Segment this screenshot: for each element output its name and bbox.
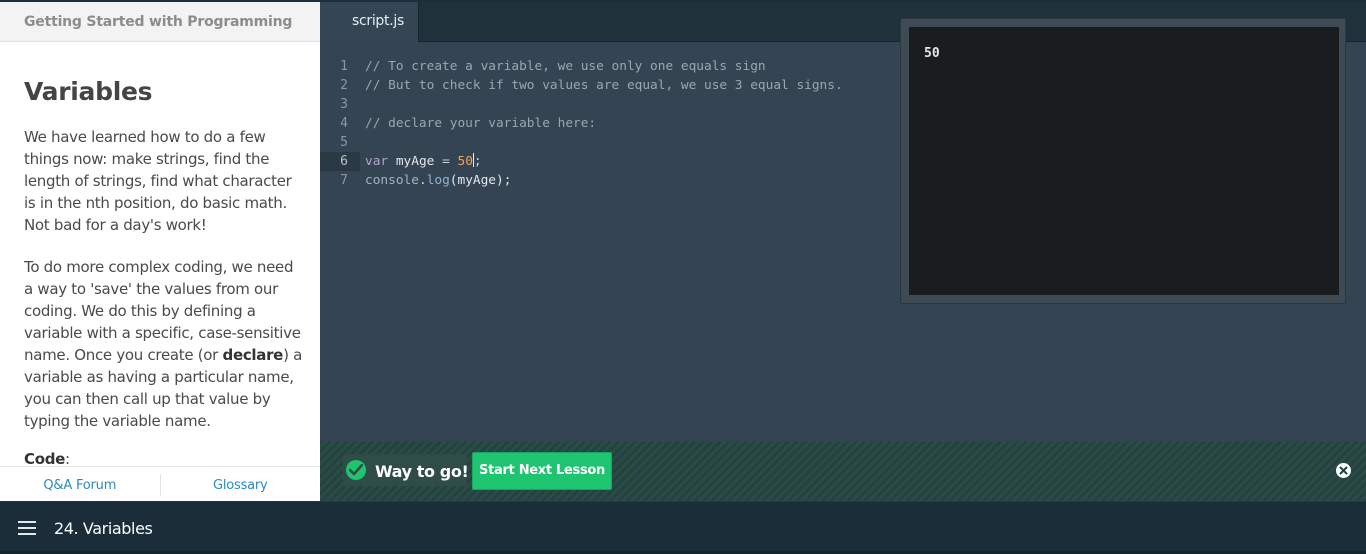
code-line-5[interactable] [365,133,843,152]
current-lesson-label[interactable]: 24. Variables [54,519,153,538]
console-output-panel[interactable]: 50 [909,27,1339,295]
console-output-text: 50 [924,46,940,61]
code-number: 50 [457,154,473,169]
code-line-7[interactable]: console.log(myAge); [365,171,843,190]
success-bar: Way to go! Start Next Lesson [320,441,1366,501]
lesson-heading: Variables [24,77,153,106]
code-line-1[interactable]: // To create a variable, we use only one… [365,57,843,76]
line-number: 2 [340,78,348,93]
code-dot: . [418,173,427,188]
line-number: 7 [340,173,348,188]
line-number: 5 [340,135,348,150]
console-frame: 50 [900,18,1346,304]
tab-script-js[interactable]: script.js [320,2,419,42]
code-identifier: myAge [388,154,443,169]
hamburger-menu-icon[interactable] [18,521,36,535]
code-line-4[interactable]: // declare your variable here: [365,114,843,133]
glossary-link[interactable]: Glossary [161,467,321,501]
qa-forum-link[interactable]: Q&A Forum [0,467,160,501]
line-number-active: 6 [320,152,360,171]
lesson-panel: Getting Started with Programming Variabl… [0,2,320,501]
code-keyword: var [365,154,389,169]
code-lines[interactable]: // To create a variable, we use only one… [365,57,843,190]
lesson-content[interactable]: Variables We have learned how to do a fe… [24,42,304,466]
code-semicolon: ; [473,154,482,169]
code-label-colon: : [65,450,70,466]
course-header: Getting Started with Programming [0,2,320,42]
code-label-text: Code [24,450,66,466]
line-number: 4 [340,116,348,131]
line-number-gutter: 1 2 3 4 5 6 7 [320,57,360,190]
bottom-nav-bar: 24. Variables [0,501,1366,554]
code-comment: // To create a variable, we use only one… [365,59,766,74]
code-operator: = [442,154,450,169]
lesson-paragraph-2: To do more complex coding, we need a way… [24,256,304,432]
line-number: 3 [340,97,348,112]
code-comment: // declare your variable here: [365,116,597,131]
success-message: Way to go! [375,462,469,481]
code-line-6[interactable]: var myAge = 50; [365,152,843,171]
close-circle-icon[interactable] [1336,463,1351,478]
check-circle-icon [346,460,366,480]
lesson-paragraph-1: We have learned how to do a few things n… [24,128,292,234]
code-label: Code: [24,450,304,466]
code-line-3[interactable] [365,95,843,114]
course-title[interactable]: Getting Started with Programming [24,14,320,30]
start-next-lesson-button[interactable]: Start Next Lesson [472,452,612,490]
code-editor[interactable]: 1 2 3 4 5 6 7 // To create a variable, w… [320,18,1366,441]
code-comment: // But to check if two values are equal,… [365,78,843,93]
line-number: 1 [340,59,348,74]
lesson-footer: Q&A Forum Glossary [0,466,320,501]
code-function: log [426,173,450,188]
code-object: console [365,173,419,188]
lesson-keyword-declare: declare [222,346,284,364]
code-arguments: (myAge); [449,173,512,188]
code-line-2[interactable]: // But to check if two values are equal,… [365,76,843,95]
